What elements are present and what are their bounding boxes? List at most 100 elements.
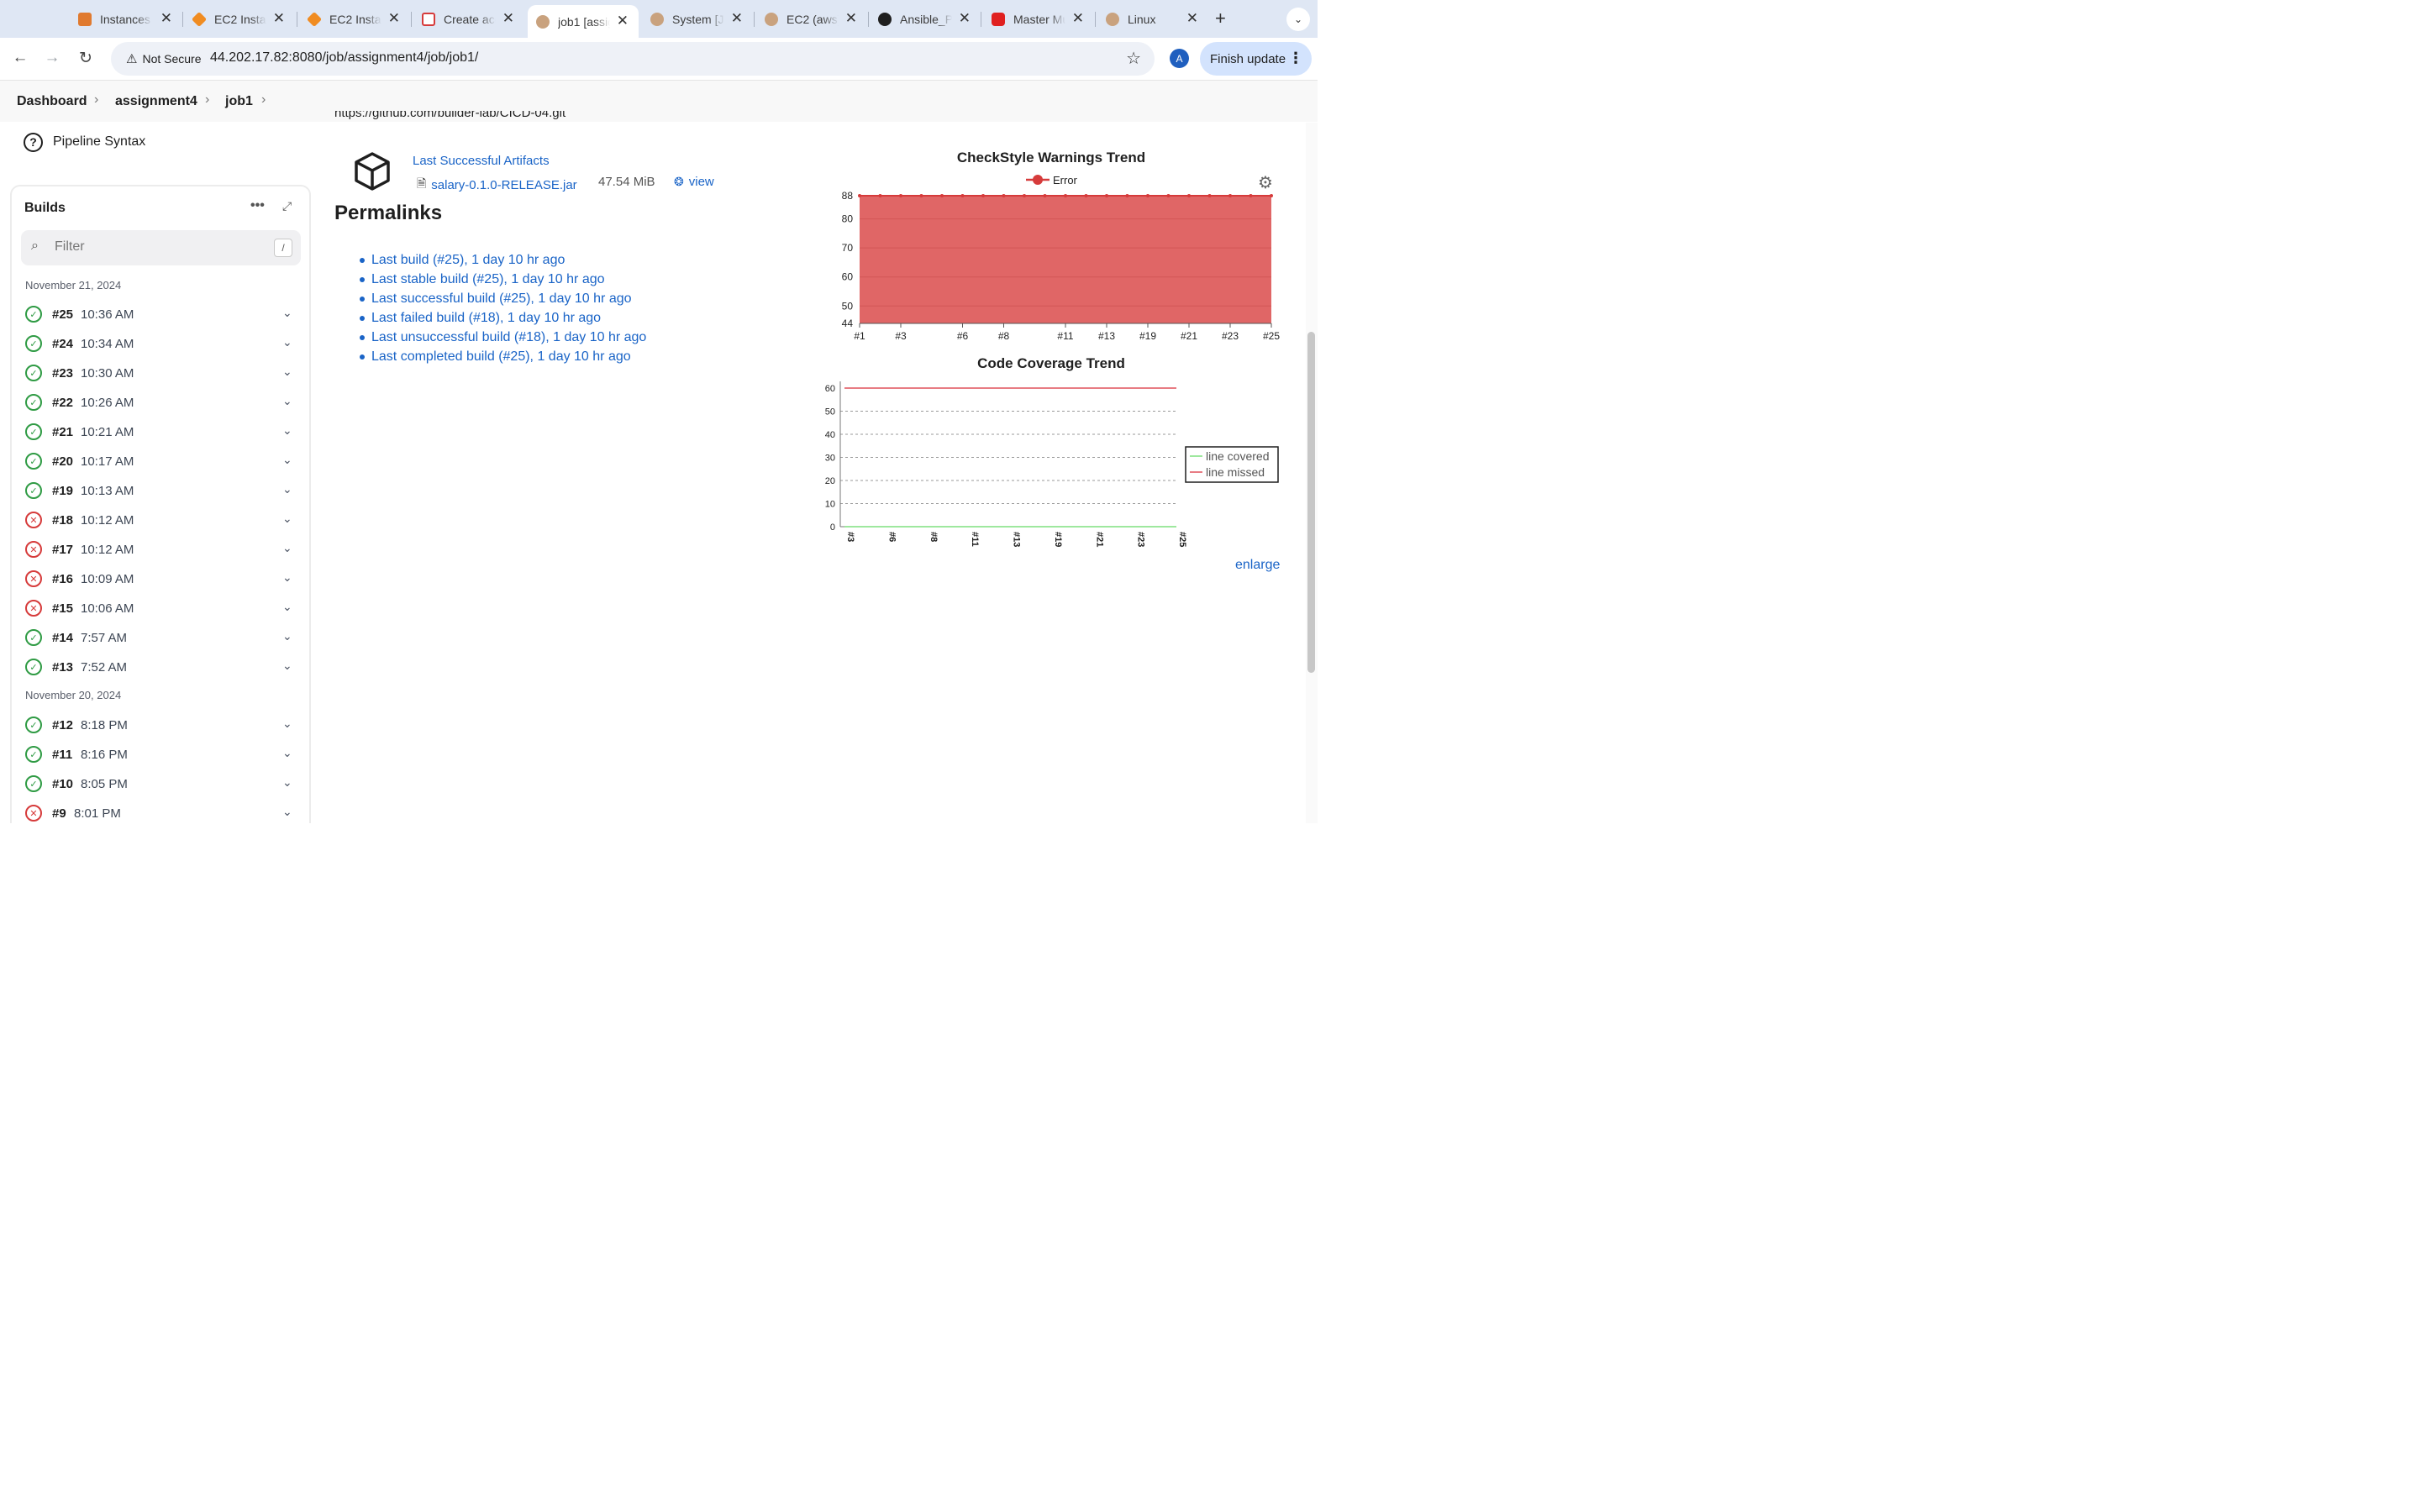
chevron-down-icon[interactable]: ⌄ [282, 570, 292, 585]
close-icon[interactable]: ✕ [502, 10, 514, 27]
build-row[interactable]: ✕ #9 8:01 PM ⌄ [25, 803, 299, 823]
artifact-file-link[interactable]: 🗎 salary-0.1.0-RELEASE.jar [417, 175, 577, 195]
bookmark-star-icon[interactable]: ☆ [1126, 48, 1141, 69]
back-icon[interactable]: ← [10, 49, 30, 67]
close-icon[interactable]: ✕ [617, 13, 629, 29]
more-menu-icon[interactable]: ⋮ [1288, 50, 1303, 67]
build-row[interactable]: ✓ #22 10:26 AM ⌄ [25, 392, 299, 414]
forward-icon[interactable]: → [42, 49, 62, 67]
build-number[interactable]: #23 [52, 366, 73, 381]
permalink-last-stable-build[interactable]: Last stable build (#25), 1 day 10 hr ago [360, 270, 646, 289]
chevron-down-icon[interactable]: ⌄ [282, 717, 292, 731]
chevron-down-icon[interactable]: ⌄ [282, 746, 292, 760]
profile-avatar[interactable]: A [1170, 49, 1189, 68]
close-icon[interactable]: ✕ [1072, 10, 1084, 27]
chevron-down-icon[interactable]: ⌄ [282, 541, 292, 555]
chevron-down-icon[interactable]: ⌄ [282, 482, 292, 496]
chevron-down-icon[interactable]: ⌄ [282, 394, 292, 408]
close-icon[interactable]: ✕ [388, 10, 400, 27]
permalink-last-failed-build[interactable]: Last failed build (#18), 1 day 10 hr ago [360, 308, 646, 328]
chevron-down-icon[interactable]: ⌄ [282, 306, 292, 320]
build-number[interactable]: #24 [52, 337, 73, 351]
chevron-down-icon[interactable]: ⌄ [282, 453, 292, 467]
build-row[interactable]: ✕ #15 10:06 AM ⌄ [25, 598, 299, 620]
chevron-down-icon[interactable]: ⌄ [282, 365, 292, 379]
build-number[interactable]: #12 [52, 718, 73, 732]
chevron-down-icon[interactable]: ⌄ [282, 775, 292, 790]
build-number[interactable]: #11 [52, 748, 72, 762]
breadcrumb-folder[interactable]: assignment4 [115, 94, 197, 109]
url-text[interactable]: 44.202.17.82:8080/job/assignment4/job/jo… [210, 50, 478, 66]
new-tab-icon[interactable]: + [1215, 8, 1226, 29]
breadcrumb-dashboard[interactable]: Dashboard [17, 94, 87, 109]
pipeline-syntax-link[interactable]: ? Pipeline Syntax [24, 132, 145, 152]
build-number[interactable]: #19 [52, 484, 73, 498]
permalink-last-unsuccessful-build[interactable]: Last unsuccessful build (#18), 1 day 10 … [360, 328, 646, 347]
tab-search-icon[interactable]: ⌄ [1286, 8, 1310, 31]
build-row[interactable]: ✓ #21 10:21 AM ⌄ [25, 422, 299, 444]
scrollbar-thumb[interactable] [1307, 332, 1315, 673]
build-number[interactable]: #22 [52, 396, 73, 410]
build-number[interactable]: #14 [52, 631, 73, 645]
address-bar[interactable]: ⚠ Not Secure 44.202.17.82:8080/job/assig… [111, 42, 1155, 76]
build-row[interactable]: ✓ #10 8:05 PM ⌄ [25, 774, 299, 795]
browser-tab[interactable]: Master Music ✕ [992, 7, 1084, 32]
build-number[interactable]: #25 [52, 307, 73, 322]
chevron-down-icon[interactable]: ⌄ [282, 512, 292, 526]
build-number[interactable]: #15 [52, 601, 73, 616]
build-row[interactable]: ✓ #12 8:18 PM ⌄ [25, 715, 299, 737]
build-row[interactable]: ✓ #19 10:13 AM ⌄ [25, 480, 299, 502]
more-options-icon[interactable]: ••• [250, 198, 265, 213]
chevron-down-icon[interactable]: ⌄ [282, 805, 292, 819]
expand-icon[interactable]: ⤢ [282, 199, 292, 213]
build-row[interactable]: ✓ #11 8:16 PM ⌄ [25, 744, 299, 766]
close-icon[interactable]: ✕ [1186, 10, 1198, 27]
permalink-last-completed-build[interactable]: Last completed build (#25), 1 day 10 hr … [360, 347, 646, 366]
permalink-last-successful-build[interactable]: Last successful build (#25), 1 day 10 hr… [360, 289, 646, 308]
browser-tab[interactable]: Create access ✕ [422, 7, 514, 32]
close-icon[interactable]: ✕ [845, 10, 857, 27]
build-row[interactable]: ✓ #25 10:36 AM ⌄ [25, 304, 299, 326]
build-row[interactable]: ✕ #16 10:09 AM ⌄ [25, 569, 299, 591]
build-number[interactable]: #21 [52, 425, 73, 439]
build-number[interactable]: #13 [52, 660, 73, 675]
build-number[interactable]: #20 [52, 454, 73, 469]
security-indicator[interactable]: ⚠ Not Secure [119, 47, 208, 71]
browser-tab-active[interactable]: job1 [assignment4] ✕ [528, 5, 639, 38]
build-row[interactable]: ✓ #14 7:57 AM ⌄ [25, 627, 299, 649]
finish-update-button[interactable]: Finish update ⋮ [1200, 42, 1312, 76]
build-number[interactable]: #16 [52, 572, 73, 586]
build-row[interactable]: ✕ #17 10:12 AM ⌄ [25, 539, 299, 561]
chevron-right-icon[interactable]: › [261, 92, 266, 108]
browser-tab[interactable]: System [Jenkins] ✕ [650, 7, 743, 32]
chevron-down-icon[interactable]: ⌄ [282, 629, 292, 643]
breadcrumb-job[interactable]: job1 [225, 94, 253, 109]
chevron-down-icon[interactable]: ⌄ [282, 600, 292, 614]
close-icon[interactable]: ✕ [160, 10, 172, 27]
artifact-view-link[interactable]: ❂ view [674, 175, 714, 189]
build-number[interactable]: #17 [52, 543, 73, 557]
browser-tab[interactable]: Ansible_Playbook ✕ [878, 7, 971, 32]
enlarge-link[interactable]: enlarge [1235, 558, 1280, 573]
build-number[interactable]: #18 [52, 513, 73, 528]
browser-tab[interactable]: EC2 (aws) ✕ [765, 7, 857, 32]
close-icon[interactable]: ✕ [959, 10, 971, 27]
chevron-down-icon[interactable]: ⌄ [282, 659, 292, 673]
reload-icon[interactable]: ↻ [76, 49, 96, 68]
close-icon[interactable]: ✕ [731, 10, 743, 27]
browser-tab[interactable]: Linux ✕ [1106, 7, 1198, 32]
browser-tab[interactable]: EC2 Instances ✕ [191, 7, 285, 32]
build-row[interactable]: ✓ #20 10:17 AM ⌄ [25, 451, 299, 473]
builds-filter-input[interactable]: ⌕ Filter / [21, 230, 301, 265]
close-icon[interactable]: ✕ [273, 10, 285, 27]
browser-tab[interactable]: EC2 Instances ✕ [306, 7, 400, 32]
build-number[interactable]: #9 [52, 806, 66, 821]
build-row[interactable]: ✓ #23 10:30 AM ⌄ [25, 363, 299, 385]
build-row[interactable]: ✓ #13 7:52 AM ⌄ [25, 657, 299, 679]
build-number[interactable]: #10 [52, 777, 73, 791]
browser-tab[interactable]: Instances ✕ [78, 7, 172, 32]
build-row[interactable]: ✓ #24 10:34 AM ⌄ [25, 333, 299, 355]
chevron-down-icon[interactable]: ⌄ [282, 423, 292, 438]
permalink-last-build[interactable]: Last build (#25), 1 day 10 hr ago [360, 250, 646, 270]
build-row[interactable]: ✕ #18 10:12 AM ⌄ [25, 510, 299, 532]
